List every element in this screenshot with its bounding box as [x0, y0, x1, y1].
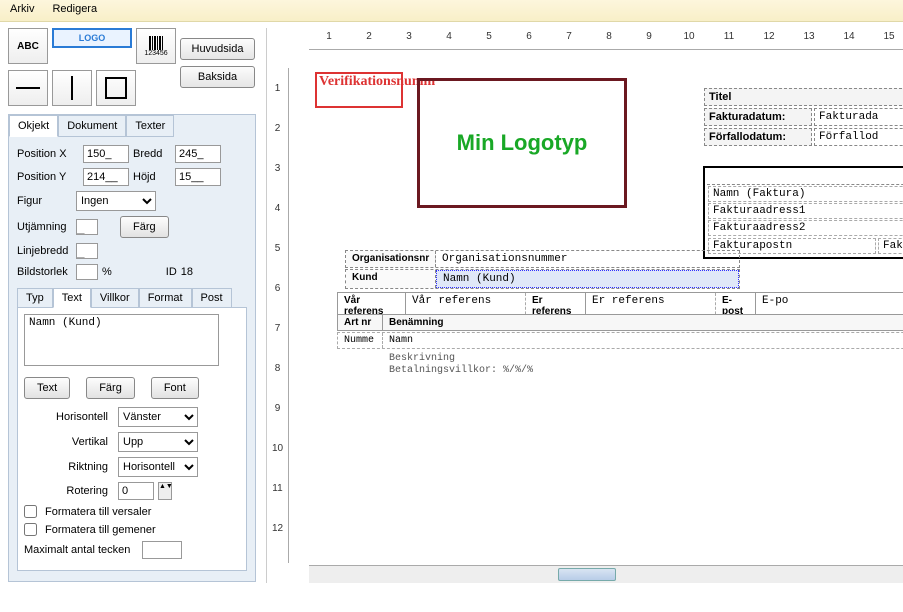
orgnr-value[interactable]: Organisationsnummer	[436, 251, 739, 267]
td-numme[interactable]: Numme	[338, 333, 383, 348]
baksida-button[interactable]: Baksida	[180, 66, 255, 88]
rect-icon	[105, 77, 127, 99]
ruler-horizontal: 123456789101112131415	[309, 28, 903, 50]
fdatum-label[interactable]: Fakturadatum:	[704, 108, 812, 126]
th-artnr: Art nr	[338, 315, 383, 330]
menu-arkiv[interactable]: Arkiv	[10, 3, 34, 18]
rot-input[interactable]	[118, 482, 154, 500]
posx-input[interactable]	[83, 145, 129, 163]
rikt-label: Riktning	[24, 461, 114, 473]
bredd-input[interactable]	[175, 145, 221, 163]
gemener-checkbox[interactable]	[24, 523, 37, 536]
percent-label: %	[102, 266, 112, 278]
tool-abc[interactable]: ABC	[8, 28, 48, 64]
id-value: 18	[181, 266, 193, 278]
hojd-input[interactable]	[175, 168, 221, 186]
barcode-icon: 123456	[144, 36, 167, 57]
utjamning-label: Utjämning	[17, 221, 72, 233]
orgnr-label: Organisationsnr	[346, 251, 436, 267]
abc-label: ABC	[17, 41, 39, 52]
page-canvas[interactable]: Verifikationsnumm Min Logotyp Titel OCR …	[309, 68, 903, 563]
menu-redigera[interactable]: Redigera	[52, 3, 97, 18]
rot-label: Rotering	[24, 485, 114, 497]
figur-select[interactable]: Ingen	[76, 191, 156, 211]
tab-texter[interactable]: Texter	[126, 115, 174, 137]
ruler-vertical: 123456789101112	[267, 68, 289, 563]
cust-header: Kun	[707, 170, 903, 185]
hojd-label: Höjd	[133, 171, 171, 183]
logo-label: LOGO	[79, 33, 106, 43]
rikt-select[interactable]: Horisontell	[118, 457, 198, 477]
horis-label: Horisontell	[24, 411, 114, 423]
maxtecken-input[interactable]	[142, 541, 182, 559]
kund-value-selected[interactable]: Namn (Kund)	[436, 270, 739, 288]
subtab-villkor[interactable]: Villkor	[91, 288, 139, 308]
subtab-format[interactable]: Format	[139, 288, 192, 308]
titel-label[interactable]: Titel	[704, 88, 903, 106]
vert-label: Vertikal	[24, 436, 114, 448]
hscroll-thumb[interactable]	[558, 568, 616, 581]
line-h-icon	[16, 87, 40, 89]
versaler-checkbox[interactable]	[24, 505, 37, 518]
maxtecken-label: Maximalt antal tecken	[24, 544, 130, 556]
td-namn[interactable]: Namn	[383, 333, 903, 348]
fforfallo-label[interactable]: Förfallodatum:	[704, 128, 812, 146]
text-button[interactable]: Text	[24, 377, 70, 399]
font-button[interactable]: Font	[151, 377, 199, 399]
posy-input[interactable]	[83, 168, 129, 186]
cust-addr2[interactable]: Fakturaadress2	[708, 220, 903, 236]
horis-select[interactable]: Vänster	[118, 407, 198, 427]
desc-betalning[interactable]: Betalningsvillkor: %/%/%	[389, 365, 533, 376]
posx-label: Position X	[17, 148, 79, 160]
tool-rect[interactable]	[96, 70, 136, 106]
fdatum-value[interactable]: Fakturada	[814, 108, 903, 126]
hscrollbar[interactable]	[309, 565, 903, 583]
tab-dokument[interactable]: Dokument	[58, 115, 126, 137]
gemener-label: Formatera till gemener	[45, 524, 156, 536]
customer-box[interactable]: Kun Namn (Faktura) Fakturaadress1 Faktur…	[703, 166, 903, 259]
tool-line-v[interactable]	[52, 70, 92, 106]
linjebredd-label: Linjebredd	[17, 245, 72, 257]
bildstorlek-input[interactable]	[76, 264, 98, 280]
tool-line-h[interactable]	[8, 70, 48, 106]
desc-beskrivning[interactable]: Beskrivning	[389, 353, 533, 364]
text-content[interactable]: Namn (Kund)	[24, 314, 219, 366]
linjebredd-input[interactable]	[76, 243, 98, 259]
cust-postort[interactable]: Fakturac	[878, 238, 903, 254]
farg-button[interactable]: Färg	[120, 216, 169, 238]
utjamning-input[interactable]	[76, 219, 98, 235]
line-v-icon	[71, 76, 73, 100]
canvas-area: 123456789101112131415 123456789101112 Ve…	[266, 28, 903, 583]
cust-addr1[interactable]: Fakturaadress1	[708, 203, 903, 219]
subtab-post[interactable]: Post	[192, 288, 232, 308]
verif-field[interactable]: Verifikationsnumm	[315, 72, 403, 108]
tool-logo[interactable]: LOGO	[52, 28, 132, 48]
farg2-button[interactable]: Färg	[86, 377, 135, 399]
subtab-typ[interactable]: Typ	[17, 288, 53, 308]
subtab-text[interactable]: Text	[53, 288, 91, 308]
huvudsida-button[interactable]: Huvudsida	[180, 38, 255, 60]
logo-text: Min Logotyp	[457, 130, 588, 156]
versaler-label: Formatera till versaler	[45, 506, 151, 518]
bildstorlek-label: Bildstorlek	[17, 266, 72, 278]
kund-label: Kund	[346, 270, 436, 288]
spinner-icon[interactable]: ▲▼	[158, 482, 172, 500]
logo-box[interactable]: Min Logotyp	[417, 78, 627, 208]
id-label: ID	[166, 266, 177, 278]
th-benamning: Benämning	[383, 315, 903, 330]
bredd-label: Bredd	[133, 148, 171, 160]
figur-label: Figur	[17, 195, 72, 207]
posy-label: Position Y	[17, 171, 79, 183]
barcode-label: 123456	[144, 50, 167, 57]
tab-objekt[interactable]: Okjekt	[9, 115, 58, 137]
tool-barcode[interactable]: 123456	[136, 28, 176, 64]
fforfallo-value[interactable]: Förfallod	[814, 128, 903, 146]
property-panel: Okjekt Dokument Texter Position X Bredd …	[8, 114, 256, 582]
cust-namn[interactable]: Namn (Faktura)	[708, 186, 903, 202]
vert-select[interactable]: Upp	[118, 432, 198, 452]
